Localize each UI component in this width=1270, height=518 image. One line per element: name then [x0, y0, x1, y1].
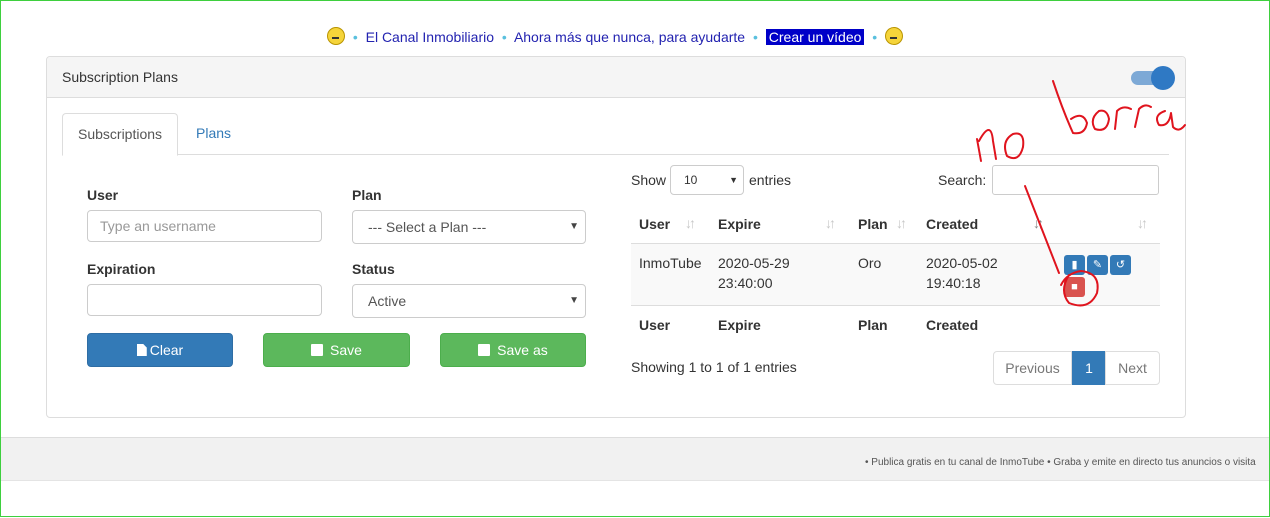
toggle-knob[interactable]: [1151, 66, 1175, 90]
user-label: User: [87, 187, 119, 203]
save-as-button-label: Save as: [497, 342, 548, 358]
banner-link-canal[interactable]: El Canal Inmobiliario: [366, 29, 494, 45]
file-icon: [136, 344, 147, 356]
table-header: User ↓↑ Expire ↓↑ Plan ↓↑ Created ↓↑ ↓↑: [631, 205, 1160, 245]
panel-heading: Subscription Plans: [47, 57, 1185, 98]
column-header-created[interactable]: Created: [926, 216, 978, 232]
expiration-label: Expiration: [87, 261, 156, 277]
sort-icon[interactable]: ↓↑: [685, 215, 696, 231]
status-select[interactable]: Active ▼: [352, 284, 586, 318]
chevron-down-icon: ▼: [569, 221, 579, 232]
status-select-value: Active: [368, 293, 407, 309]
sort-icon[interactable]: ↓↑: [896, 215, 907, 231]
history-button[interactable]: ↺: [1110, 255, 1131, 275]
banner-separator: •: [352, 29, 358, 45]
banner-separator: •: [501, 29, 507, 45]
view-button[interactable]: ▮: [1064, 255, 1085, 275]
show-label: Show: [631, 172, 667, 188]
pagination-next[interactable]: Next: [1105, 351, 1160, 385]
tab-bar: Subscriptions Plans: [62, 113, 1169, 156]
status-label: Status: [352, 261, 395, 277]
cell-expire-time: 23:40:00: [718, 275, 773, 291]
chevron-down-icon: ▼: [729, 175, 738, 185]
clear-button-label: Clear: [149, 342, 184, 358]
entries-per-page-select[interactable]: 10 ▼: [670, 165, 744, 195]
panel-title: Subscription Plans: [62, 69, 178, 85]
plan-select-value: --- Select a Plan ---: [368, 219, 487, 235]
plan-select[interactable]: --- Select a Plan --- ▼: [352, 210, 586, 244]
cell-expire-date: 2020-05-29: [718, 255, 790, 271]
expiration-input[interactable]: [87, 284, 322, 316]
edit-button[interactable]: ✎: [1087, 255, 1108, 275]
smiley-face-icon: [885, 27, 904, 45]
chevron-down-icon: ▼: [569, 295, 579, 306]
footer-column-expire: Expire: [718, 317, 761, 333]
tab-subscriptions[interactable]: Subscriptions: [62, 113, 179, 156]
pagination-previous[interactable]: Previous: [993, 351, 1072, 385]
tab-plans[interactable]: Plans: [181, 113, 246, 153]
column-header-user[interactable]: User: [639, 216, 670, 232]
clear-button[interactable]: Clear: [87, 333, 233, 367]
entries-per-page-value: 10: [684, 173, 698, 187]
table-row: InmoTube 2020-05-29 23:40:00 Oro 2020-05…: [631, 244, 1160, 306]
save-button[interactable]: Save: [263, 333, 410, 367]
cell-created-date: 2020-05-02: [926, 255, 998, 271]
save-button-label: Save: [329, 342, 362, 358]
column-header-plan[interactable]: Plan: [858, 216, 888, 232]
user-input[interactable]: [87, 210, 322, 242]
search-label: Search:: [938, 172, 987, 188]
floppy-disk-icon: [478, 344, 491, 356]
trash-icon: ■: [1071, 281, 1078, 293]
footer-text: • Publica gratis en tu canal de InmoTube…: [865, 457, 1256, 468]
edit-icon: ✎: [1092, 259, 1103, 271]
table-footer: User Expire Plan Created: [631, 306, 1160, 342]
sort-desc-icon[interactable]: ↓↑: [1033, 215, 1044, 231]
cell-created-time: 19:40:18: [926, 275, 981, 291]
table-search-input[interactable]: [992, 165, 1159, 195]
banner-separator: •: [752, 29, 758, 45]
table-info: Showing 1 to 1 of 1 entries: [631, 359, 797, 375]
footer-column-user: User: [639, 317, 671, 333]
footer-column-created: Created: [926, 317, 979, 333]
pagination-page-1[interactable]: 1: [1072, 351, 1106, 385]
floppy-disk-icon: [311, 344, 324, 356]
sort-icon[interactable]: ↓↑: [825, 215, 836, 231]
plan-label: Plan: [352, 187, 382, 203]
history-icon: ↺: [1115, 259, 1126, 271]
footer-column-plan: Plan: [858, 317, 888, 333]
panel-toggle-switch[interactable]: [1131, 66, 1175, 90]
entries-label: entries: [749, 172, 792, 188]
sort-icon[interactable]: ↓↑: [1137, 215, 1148, 231]
top-banner: • El Canal Inmobiliario • Ahora más que …: [1, 27, 1229, 45]
save-as-button[interactable]: Save as: [440, 333, 586, 367]
page-footer: • Publica gratis en tu canal de InmoTube…: [1, 437, 1269, 481]
cell-plan: Oro: [858, 255, 882, 271]
cell-user: InmoTube: [639, 255, 702, 271]
delete-button[interactable]: ■: [1064, 277, 1085, 297]
banner-separator: •: [872, 29, 878, 45]
document-icon: ▮: [1071, 259, 1078, 271]
banner-link-ayudarte[interactable]: Ahora más que nunca, para ayudarte: [514, 29, 745, 45]
grimacing-face-icon: [326, 27, 345, 45]
banner-cta-crear-video[interactable]: Crear un vídeo: [765, 29, 865, 45]
column-header-expire[interactable]: Expire: [718, 216, 761, 232]
